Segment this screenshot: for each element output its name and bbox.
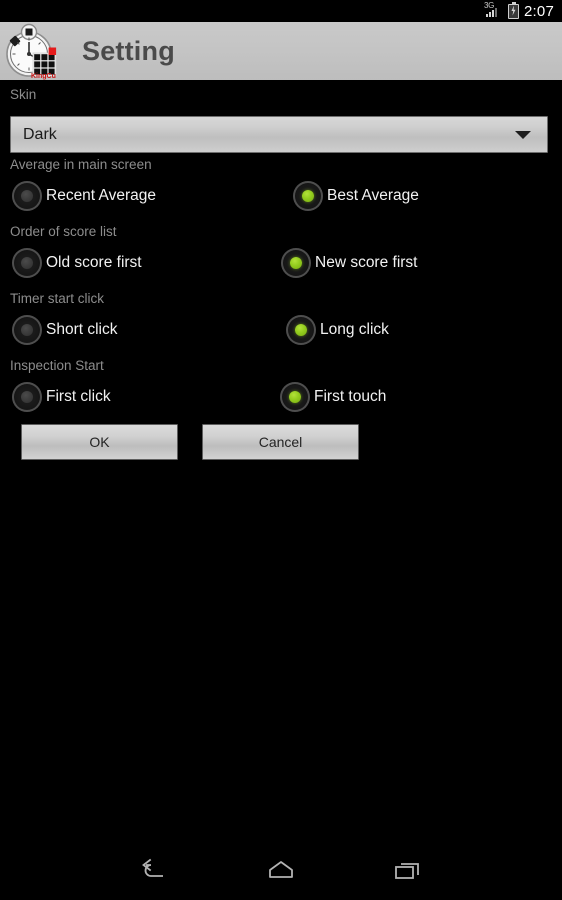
radio-label: Short click bbox=[46, 321, 118, 338]
radio-option-recent-average[interactable]: Recent Average bbox=[12, 180, 156, 212]
radio-option-long-click[interactable]: Long click bbox=[286, 314, 389, 346]
status-clock: 2:07 bbox=[524, 2, 554, 20]
cancel-button[interactable]: Cancel bbox=[202, 424, 359, 460]
radio-label: Old score first bbox=[46, 254, 142, 271]
group-average-in-main-screen: Average in main screen Recent Average Be… bbox=[0, 157, 562, 211]
radio-icon-checked[interactable] bbox=[280, 382, 310, 412]
signal-bars-glyph bbox=[486, 8, 497, 17]
status-icons: 3G 2:07 bbox=[484, 1, 554, 20]
radio-label: Best Average bbox=[327, 187, 419, 204]
group-label: Timer start click bbox=[10, 291, 104, 306]
group-label: Order of score list bbox=[10, 224, 117, 239]
recent-apps-icon[interactable] bbox=[382, 851, 434, 891]
radio-label: New score first bbox=[315, 254, 418, 271]
radio-icon-unchecked[interactable] bbox=[12, 382, 42, 412]
signal-bars-icon: 3G bbox=[484, 2, 503, 19]
radio-icon-checked[interactable] bbox=[293, 181, 323, 211]
ok-button[interactable]: OK bbox=[21, 424, 178, 460]
radio-row: Recent Average Best Average bbox=[0, 180, 562, 212]
radio-label: Long click bbox=[320, 321, 389, 338]
group-timer-start-click: Timer start click Short click Long click bbox=[0, 291, 562, 345]
skin-label: Skin bbox=[10, 87, 37, 102]
radio-option-short-click[interactable]: Short click bbox=[12, 314, 118, 346]
group-inspection-start: Inspection Start First click First touch bbox=[0, 358, 562, 412]
radio-option-old-score-first[interactable]: Old score first bbox=[12, 247, 142, 279]
group-label: Inspection Start bbox=[10, 358, 104, 373]
radio-row: Old score first New score first bbox=[0, 247, 562, 279]
radio-label: Recent Average bbox=[46, 187, 157, 204]
back-icon[interactable] bbox=[128, 851, 180, 891]
radio-option-best-average[interactable]: Best Average bbox=[293, 180, 419, 212]
radio-label: First click bbox=[46, 388, 111, 405]
status-bar: 3G 2:07 bbox=[0, 0, 562, 22]
radio-row: First click First touch bbox=[0, 381, 562, 413]
skin-spinner[interactable]: Dark bbox=[10, 116, 548, 153]
radio-label: First touch bbox=[314, 388, 387, 405]
chevron-down-icon bbox=[515, 130, 531, 139]
battery-charging-icon bbox=[508, 1, 519, 19]
stopwatch-cube-icon[interactable]: KingCu bbox=[0, 21, 62, 81]
radio-icon-checked[interactable] bbox=[281, 248, 311, 278]
group-label: Average in main screen bbox=[10, 157, 152, 172]
svg-text:KingCu: KingCu bbox=[31, 73, 56, 80]
radio-option-first-touch[interactable]: First touch bbox=[280, 381, 386, 413]
action-bar: KingCu Setting bbox=[0, 22, 562, 82]
home-icon[interactable] bbox=[255, 851, 307, 891]
radio-option-new-score-first[interactable]: New score first bbox=[281, 247, 418, 279]
page-title: Setting bbox=[82, 35, 175, 66]
group-order-of-score-list: Order of score list Old score first New … bbox=[0, 224, 562, 278]
radio-icon-unchecked[interactable] bbox=[12, 181, 42, 211]
radio-icon-unchecked[interactable] bbox=[12, 248, 42, 278]
navigation-bar bbox=[0, 842, 562, 900]
skin-selected-value: Dark bbox=[23, 125, 57, 143]
radio-icon-unchecked[interactable] bbox=[12, 315, 42, 345]
skin-section: Skin Dark bbox=[0, 87, 562, 153]
radio-option-first-click[interactable]: First click bbox=[12, 381, 111, 413]
radio-icon-checked[interactable] bbox=[286, 315, 316, 345]
radio-row: Short click Long click bbox=[0, 314, 562, 346]
settings-content: Skin Dark Average in main screen Recent … bbox=[0, 82, 562, 900]
